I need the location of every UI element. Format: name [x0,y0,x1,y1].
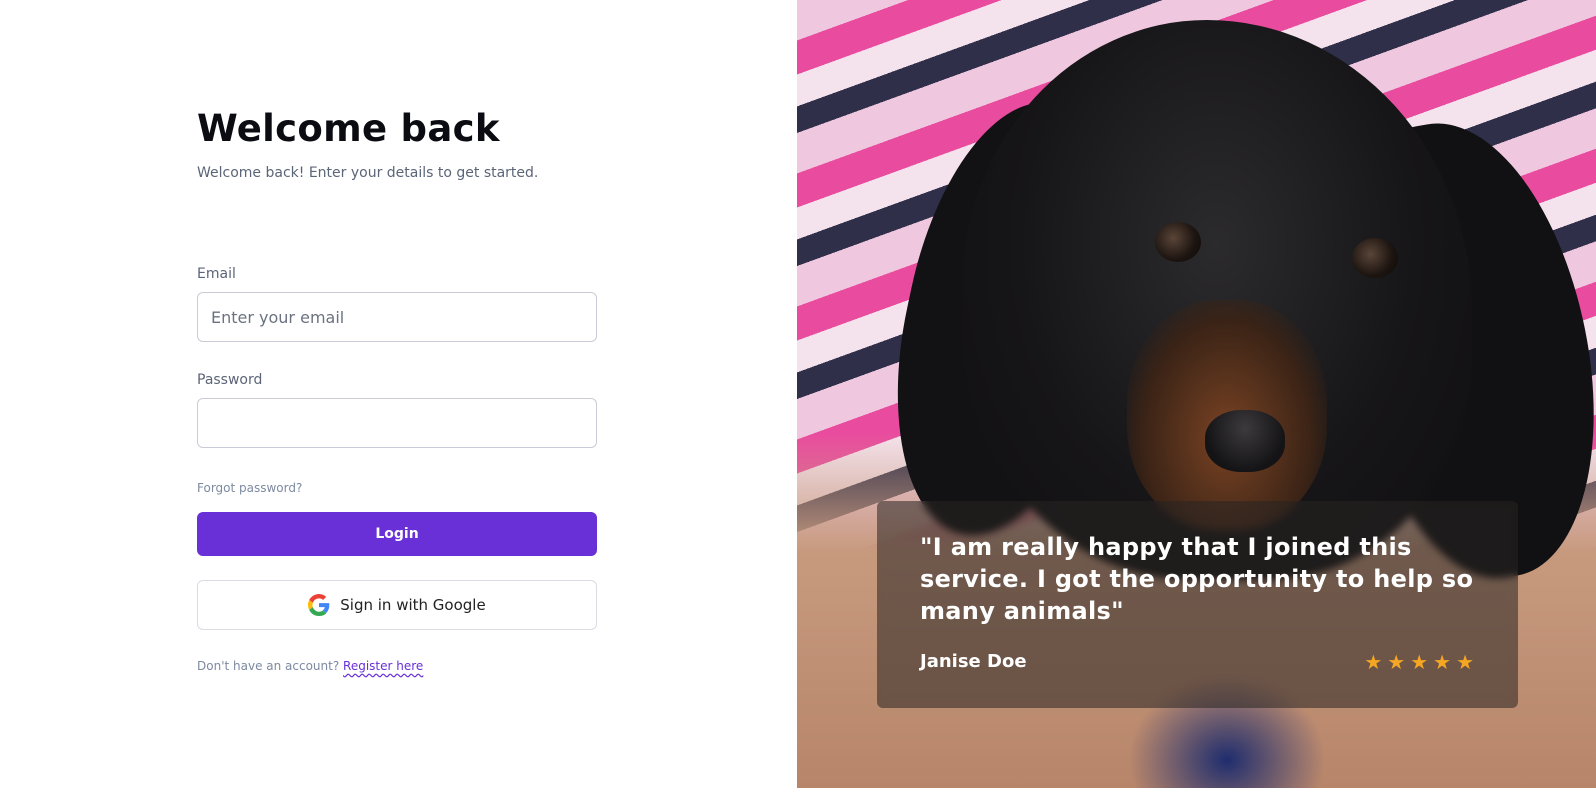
email-input[interactable] [197,292,597,342]
star-icon: ★ [1410,650,1429,674]
star-icon: ★ [1387,650,1406,674]
testimonial-card: "I am really happy that I joined this se… [877,501,1518,708]
forgot-password-link[interactable]: Forgot password? [197,481,302,495]
email-label: Email [197,266,236,282]
no-account-text: Don't have an account? [197,659,340,673]
google-g-icon [308,594,330,616]
page-title: Welcome back [197,107,500,150]
dog-eye-left [1155,222,1201,262]
star-icon: ★ [1364,650,1383,674]
hero-image: "I am really happy that I joined this se… [797,0,1596,788]
dog-eye-right [1352,238,1398,278]
star-rating: ★ ★ ★ ★ ★ [1364,651,1474,673]
register-prompt: Don't have an account? Register here [197,659,423,673]
login-panel: Welcome back Welcome back! Enter your de… [0,0,797,788]
dog-nose [1205,410,1285,472]
testimonial-quote: "I am really happy that I joined this se… [920,533,1474,625]
star-icon: ★ [1433,650,1452,674]
google-signin-button[interactable]: Sign in with Google [197,580,597,630]
password-input[interactable] [197,398,597,448]
testimonial-author: Janise Doe [920,651,1027,672]
register-link[interactable]: Register here [343,659,423,673]
google-button-label: Sign in with Google [340,596,486,614]
password-label: Password [197,372,263,388]
page-subtitle: Welcome back! Enter your details to get … [197,165,539,181]
login-button[interactable]: Login [197,512,597,556]
star-icon: ★ [1456,650,1474,674]
